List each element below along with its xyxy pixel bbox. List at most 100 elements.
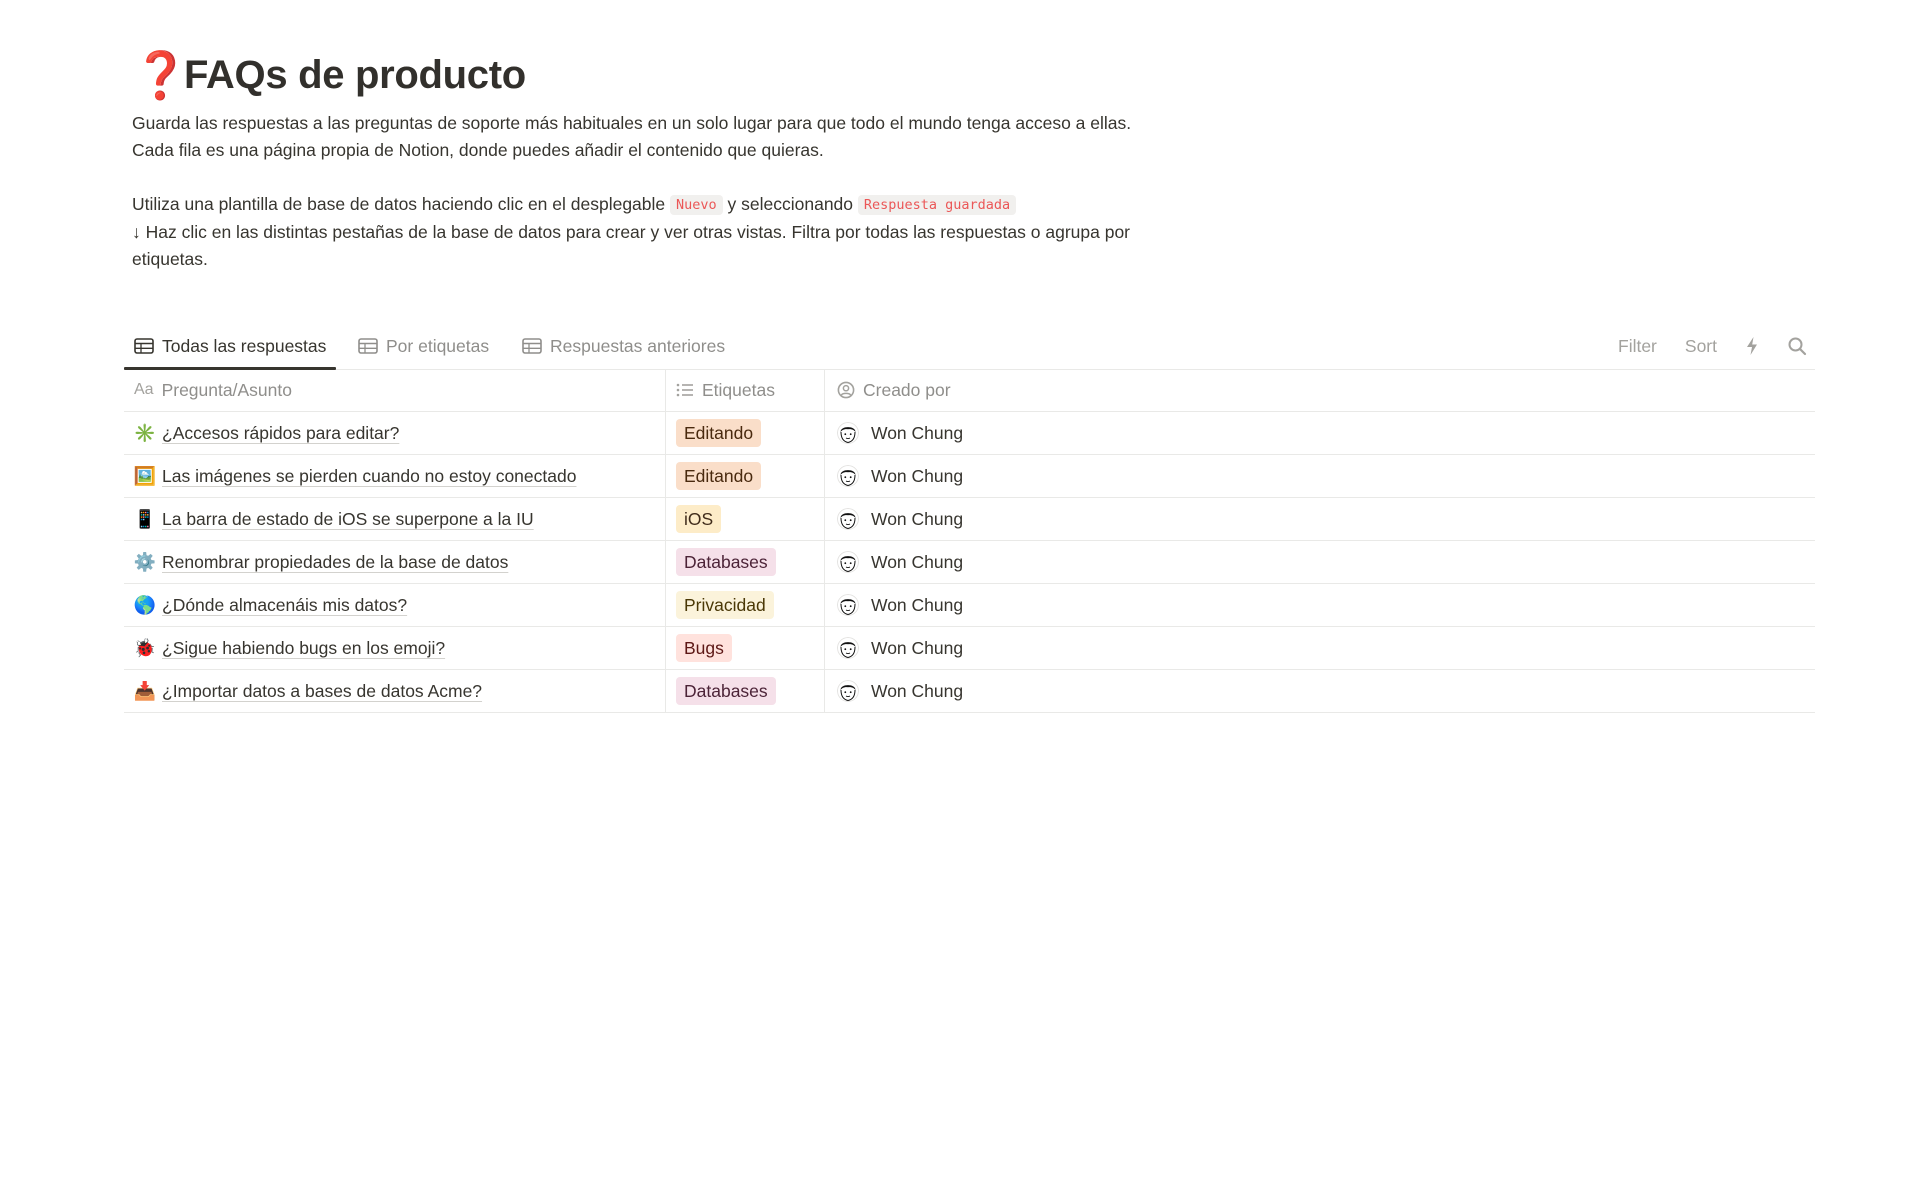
creator-cell[interactable]: Won Chung	[825, 584, 1815, 626]
table-body: ✳️ ¿Accesos rápidos para editar? Editando W…	[124, 412, 1815, 713]
tags-cell[interactable]: Bugs	[666, 627, 825, 669]
creator-name: Won Chung	[871, 637, 964, 658]
description-line: Utiliza una plantilla de base de datos h…	[132, 191, 1142, 219]
row-title-link[interactable]: ¿Accesos rápidos para editar?	[162, 423, 399, 444]
tags-cell[interactable]: Editando	[666, 412, 825, 454]
lightning-icon[interactable]	[1745, 336, 1759, 356]
tag-badge: Editando	[676, 419, 762, 447]
page-description: Guarda las respuestas a las preguntas de…	[132, 110, 1142, 273]
creator-name: Won Chung	[871, 594, 964, 615]
avatar	[837, 422, 859, 444]
table-row[interactable]: 📱 La barra de estado de iOS se superpone …	[124, 498, 1815, 541]
description-line: Cada fila es una página propia de Notion…	[132, 140, 824, 160]
table-row[interactable]: ✳️ ¿Accesos rápidos para editar? Editando W…	[124, 412, 1815, 455]
tag-badge: Editando	[676, 462, 762, 490]
faq-table: Aa Pregunta/Asunto Etiquetas Creado por …	[124, 369, 1815, 713]
column-header-creado-por[interactable]: Creado por	[825, 369, 1815, 411]
code-respuesta-guardada: Respuesta guardada	[857, 195, 1017, 215]
title-cell[interactable]: 📱 La barra de estado de iOS se superpone …	[124, 498, 666, 540]
list-icon	[676, 383, 694, 397]
column-label: Creado por	[863, 379, 951, 400]
creator-cell[interactable]: Won Chung	[825, 498, 1815, 540]
row-emoji-icon: 📥	[133, 680, 157, 701]
table-icon	[522, 338, 542, 354]
description-line: Guarda las respuestas a las preguntas de…	[132, 113, 1132, 133]
title-cell[interactable]: 📥 ¿Importar datos a bases de datos Acme?	[124, 670, 666, 712]
creator-name: Won Chung	[871, 508, 964, 529]
avatar	[837, 594, 859, 616]
title-cell[interactable]: ✳️ ¿Accesos rápidos para editar?	[124, 412, 666, 454]
tab-label: Por etiquetas	[386, 335, 490, 356]
page-title[interactable]: FAQs de producto	[184, 53, 526, 98]
tab-label: Respuestas anteriores	[550, 335, 726, 356]
tags-cell[interactable]: Databases	[666, 541, 825, 583]
creator-cell[interactable]: Won Chung	[825, 627, 1815, 669]
search-icon[interactable]	[1787, 336, 1807, 356]
tag-badge: Privacidad	[676, 591, 774, 619]
table-icon	[134, 338, 154, 354]
view-toolbar: Filter Sort	[1590, 323, 1815, 369]
text-property-icon: Aa	[134, 381, 154, 398]
sort-button[interactable]: Sort	[1685, 336, 1717, 357]
creator-cell[interactable]: Won Chung	[825, 541, 1815, 583]
tag-badge: Databases	[676, 548, 776, 576]
tags-cell[interactable]: Editando	[666, 455, 825, 497]
avatar	[837, 508, 859, 530]
tab-respuestas-anteriores[interactable]: Respuestas anteriores	[522, 323, 725, 369]
creator-cell[interactable]: Won Chung	[825, 670, 1815, 712]
tab-por-etiquetas[interactable]: Por etiquetas	[358, 323, 489, 369]
row-emoji-icon: 🐞	[133, 637, 157, 658]
creator-cell[interactable]: Won Chung	[825, 455, 1815, 497]
table-row[interactable]: 🐞 ¿Sigue habiendo bugs en los emoji? Bugs W…	[124, 627, 1815, 670]
tags-cell[interactable]: Privacidad	[666, 584, 825, 626]
row-emoji-icon: ✳️	[133, 422, 157, 443]
table-row[interactable]: 📥 ¿Importar datos a bases de datos Acme? D…	[124, 670, 1815, 713]
row-title-link[interactable]: ¿Importar datos a bases de datos Acme?	[162, 681, 482, 702]
avatar	[837, 680, 859, 702]
column-label: Etiquetas	[702, 379, 775, 400]
tab-label: Todas las respuestas	[162, 335, 327, 356]
tag-badge: Bugs	[676, 634, 732, 662]
creator-name: Won Chung	[871, 680, 964, 701]
row-title-link[interactable]: ¿Sigue habiendo bugs en los emoji?	[162, 638, 445, 659]
view-tabs-bar: Todas las respuestas Por etiquetas Respu…	[123, 323, 1815, 370]
filter-button[interactable]: Filter	[1618, 336, 1657, 357]
row-title-link[interactable]: ¿Dónde almacenáis mis datos?	[162, 595, 407, 616]
tab-todas-las-respuestas[interactable]: Todas las respuestas	[123, 323, 337, 370]
creator-name: Won Chung	[871, 422, 964, 443]
title-cell[interactable]: 🖼️ Las imágenes se pierden cuando no esto…	[124, 455, 666, 497]
row-title-link[interactable]: Las imágenes se pierden cuando no estoy …	[162, 466, 576, 487]
creator-name: Won Chung	[871, 465, 964, 486]
tag-badge: Databases	[676, 677, 776, 705]
title-cell[interactable]: ⚙️ Renombrar propiedades de la base de da…	[124, 541, 666, 583]
table-row[interactable]: 🌎 ¿Dónde almacenáis mis datos? Privacidad W…	[124, 584, 1815, 627]
row-emoji-icon: 🖼️	[133, 465, 157, 486]
avatar	[837, 551, 859, 573]
title-cell[interactable]: 🐞 ¿Sigue habiendo bugs en los emoji?	[124, 627, 666, 669]
page-content: ❓ FAQs de producto Guarda las respuestas…	[124, 40, 1824, 273]
column-label: Pregunta/Asunto	[161, 379, 292, 400]
row-emoji-icon: ⚙️	[133, 551, 157, 572]
tags-cell[interactable]: iOS	[666, 498, 825, 540]
table-icon	[358, 338, 378, 354]
avatar	[837, 637, 859, 659]
title-cell[interactable]: 🌎 ¿Dónde almacenáis mis datos?	[124, 584, 666, 626]
row-title-link[interactable]: Renombrar propiedades de la base de dato…	[162, 552, 508, 573]
row-title-link[interactable]: La barra de estado de iOS se superpone a…	[162, 509, 534, 530]
description-text: Utiliza una plantilla de base de datos h…	[132, 194, 671, 214]
tags-cell[interactable]: Databases	[666, 670, 825, 712]
question-mark-icon[interactable]: ❓	[132, 52, 189, 98]
page-header: ❓ FAQs de producto	[132, 40, 1824, 110]
row-emoji-icon: 📱	[133, 508, 157, 529]
table-row[interactable]: ⚙️ Renombrar propiedades de la base de da…	[124, 541, 1815, 584]
column-header-pregunta[interactable]: Aa Pregunta/Asunto	[124, 369, 666, 411]
table-row[interactable]: 🖼️ Las imágenes se pierden cuando no esto…	[124, 455, 1815, 498]
avatar	[837, 465, 859, 487]
person-circle-icon	[837, 381, 855, 399]
table-header: Aa Pregunta/Asunto Etiquetas Creado por	[124, 369, 1815, 412]
column-header-etiquetas[interactable]: Etiquetas	[666, 369, 825, 411]
creator-cell[interactable]: Won Chung	[825, 412, 1815, 454]
description-text: y seleccionando	[722, 194, 858, 214]
creator-name: Won Chung	[871, 551, 964, 572]
row-emoji-icon: 🌎	[133, 594, 157, 615]
